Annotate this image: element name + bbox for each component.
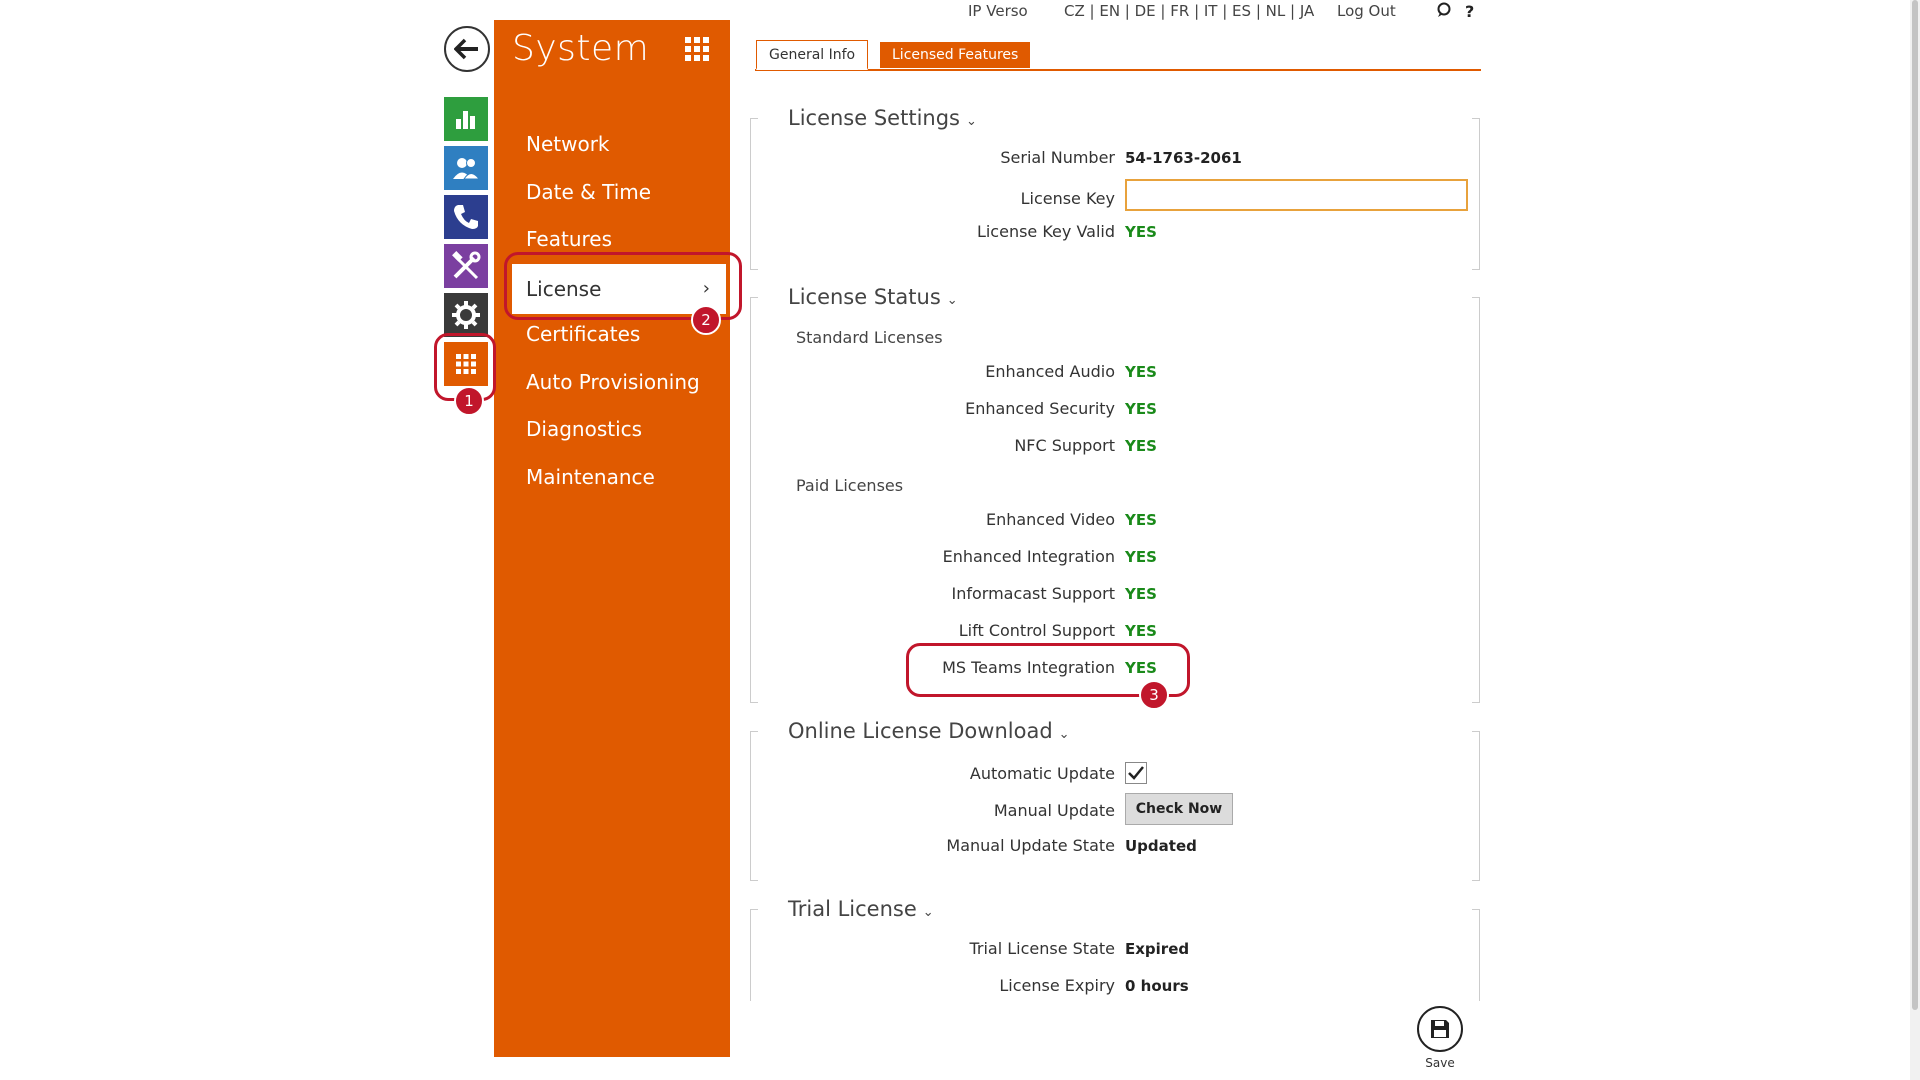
standard-licenses-title: Standard Licenses (796, 328, 943, 347)
license-label: Enhanced Audio (985, 362, 1115, 381)
system-panel: System Network Date & Time Features Lice… (494, 20, 730, 1057)
license-row: Enhanced Security YES (750, 397, 1480, 423)
license-row: NFC Support YES (750, 434, 1480, 460)
apps-grid-icon[interactable] (684, 36, 710, 62)
nav-item-date-time[interactable]: Date & Time (526, 180, 651, 204)
tools-icon[interactable] (444, 244, 488, 288)
license-row: Lift Control Support YES (750, 619, 1480, 645)
license-value: YES (1125, 511, 1157, 529)
system-title: System (512, 28, 650, 69)
save-button[interactable] (1417, 1006, 1463, 1052)
checkmark-icon (1128, 766, 1144, 780)
automatic-update-checkbox[interactable] (1125, 762, 1147, 784)
chat-icon[interactable] (1436, 2, 1452, 22)
nav-item-network[interactable]: Network (526, 132, 610, 156)
device-name[interactable]: IP Verso (968, 2, 1028, 20)
license-expiry-label: License Expiry (999, 976, 1115, 995)
directory-users-icon[interactable] (444, 146, 488, 190)
page-scrollbar[interactable] (1910, 0, 1920, 1080)
callout-badge-1: 1 (454, 386, 484, 416)
phone-icon[interactable] (444, 195, 488, 239)
license-value: YES (1125, 585, 1157, 603)
license-key-label: License Key (1020, 189, 1115, 208)
serial-number-label: Serial Number (1000, 148, 1115, 167)
license-label: Enhanced Security (965, 399, 1115, 418)
chevron-down-icon: ⌄ (965, 114, 977, 129)
chevron-down-icon: ⌄ (922, 905, 934, 920)
license-expiry-row: License Expiry 0 hours (750, 974, 1480, 1000)
license-row: Enhanced Video YES (750, 508, 1480, 534)
manual-update-state-row: Manual Update State Updated (750, 834, 1480, 860)
manual-update-label: Manual Update (993, 801, 1115, 820)
nav-item-diagnostics[interactable]: Diagnostics (526, 417, 642, 441)
license-key-valid-label: License Key Valid (976, 222, 1115, 241)
license-row: Informacast Support YES (750, 582, 1480, 608)
license-settings-title[interactable]: License Settings ⌄ (784, 106, 981, 130)
license-value: YES (1125, 363, 1157, 381)
trial-license-state-row: Trial License State Expired (750, 937, 1480, 963)
tab-general-info[interactable]: General Info (756, 40, 869, 70)
manual-update-state-label: Manual Update State (946, 836, 1115, 855)
automatic-update-label: Automatic Update (969, 764, 1115, 783)
save-label: Save (1425, 1056, 1455, 1070)
trial-license-state-label: Trial License State (969, 939, 1115, 958)
serial-number-value: 54-1763-2061 (1125, 149, 1242, 167)
callout-badge-2: 2 (691, 305, 721, 335)
online-license-download-title[interactable]: Online License Download ⌄ (784, 719, 1074, 743)
license-value: YES (1125, 400, 1157, 418)
gear-icon[interactable] (444, 293, 488, 337)
license-label: Lift Control Support (958, 621, 1115, 640)
nav-item-maintenance[interactable]: Maintenance (526, 465, 655, 489)
license-key-row: License Key (750, 179, 1480, 213)
language-selector[interactable]: CZ | EN | DE | FR | IT | ES | NL | JA (1064, 2, 1314, 20)
trial-license-state-value: Expired (1125, 940, 1190, 958)
license-key-valid-value: YES (1125, 223, 1157, 241)
license-label: MS Teams Integration (942, 658, 1115, 677)
license-status-title[interactable]: License Status ⌄ (784, 285, 962, 309)
chevron-down-icon: ⌄ (1058, 727, 1070, 742)
license-value: YES (1125, 437, 1157, 455)
license-expiry-value: 0 hours (1125, 977, 1189, 995)
license-value: YES (1125, 622, 1157, 640)
help-icon[interactable]: ? (1465, 2, 1474, 21)
logout-link[interactable]: Log Out (1337, 2, 1396, 20)
manual-update-state-value: Updated (1125, 837, 1197, 855)
license-row-ms-teams: MS Teams Integration YES (750, 656, 1480, 682)
back-arrow-icon[interactable] (444, 26, 490, 72)
automatic-update-row: Automatic Update (750, 762, 1480, 788)
license-row: Enhanced Audio YES (750, 360, 1480, 386)
manual-update-row: Manual Update Check Now (750, 793, 1480, 825)
license-label: Enhanced Video (985, 510, 1115, 529)
license-label: Informacast Support (951, 584, 1115, 603)
paid-licenses-title: Paid Licenses (796, 476, 904, 495)
nav-item-certificates[interactable]: Certificates (526, 322, 640, 346)
license-key-valid-row: License Key Valid YES (750, 220, 1480, 246)
tab-licensed-features[interactable]: Licensed Features (880, 42, 1031, 68)
app-root: IP Verso CZ | EN | DE | FR | IT | ES | N… (0, 0, 1920, 1080)
license-value: YES (1125, 659, 1157, 677)
chevron-down-icon: ⌄ (946, 293, 958, 308)
license-row: Enhanced Integration YES (750, 545, 1480, 571)
status-chart-icon[interactable] (444, 97, 488, 141)
trial-license-title[interactable]: Trial License ⌄ (784, 897, 938, 921)
check-now-button[interactable]: Check Now (1125, 793, 1233, 825)
license-key-input[interactable] (1125, 179, 1468, 211)
scrollbar-thumb[interactable] (1912, 0, 1918, 1010)
serial-number-row: Serial Number 54-1763-2061 (750, 146, 1480, 172)
license-label: NFC Support (1014, 436, 1115, 455)
license-label: Enhanced Integration (942, 547, 1115, 566)
license-value: YES (1125, 548, 1157, 566)
nav-item-features[interactable]: Features (526, 227, 612, 251)
floppy-disk-icon (1431, 1020, 1449, 1038)
nav-item-auto-provisioning[interactable]: Auto Provisioning (526, 370, 700, 394)
